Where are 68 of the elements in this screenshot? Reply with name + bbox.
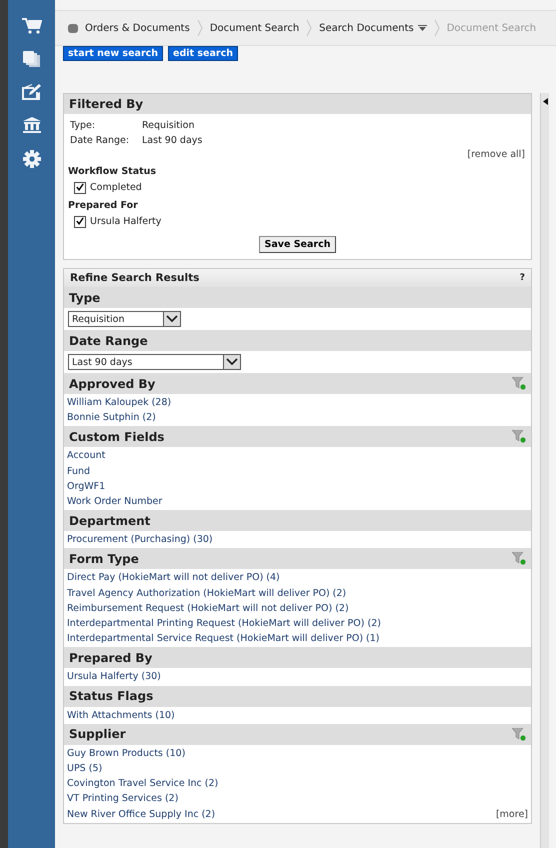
criterion-label: Date Range: <box>70 134 130 148</box>
refine-option-link[interactable]: OrgWF1 <box>67 478 106 494</box>
section-title: Prepared By <box>69 650 152 665</box>
group-title: Prepared For <box>68 199 139 213</box>
checkbox[interactable] <box>74 182 86 194</box>
criterion-label: Type: <box>70 119 96 133</box>
cart-icon[interactable] <box>22 18 42 34</box>
refine-option-link[interactable]: Fund <box>67 464 90 479</box>
help-icon[interactable]: ? <box>520 273 525 283</box>
action-button[interactable]: start new search <box>63 46 164 61</box>
action-button[interactable]: edit search <box>168 46 238 61</box>
settings-icon[interactable] <box>22 150 40 168</box>
add-filter-icon[interactable] <box>512 430 526 444</box>
refine-option-link[interactable]: Ursula Halferty (30) <box>67 669 161 685</box>
chevron-down-icon <box>226 358 238 366</box>
option-label: Ursula Halferty <box>90 215 162 229</box>
refine-option-link[interactable]: Procurement (Purchasing) (30) <box>67 532 213 548</box>
breadcrumb-link[interactable]: Search Documents <box>319 22 414 34</box>
section-title: Custom Fields <box>69 430 164 444</box>
refine-option-link[interactable]: With Attachments (10) <box>67 708 175 723</box>
panel-title: Filtered By <box>64 94 531 114</box>
bank-icon[interactable] <box>22 117 40 133</box>
section-title: Approved By <box>69 376 156 390</box>
section-title: Department <box>69 514 150 528</box>
option-label: Completed <box>90 181 142 195</box>
refine-option-link[interactable]: Direct Pay (HokieMart will not deliver PO) (4) <box>67 570 280 586</box>
dropdown-field[interactable]: Last 90 days <box>68 354 241 370</box>
chevron-down-icon <box>166 315 178 323</box>
edit-icon[interactable] <box>22 84 42 100</box>
chevron-separator-icon <box>306 20 312 36</box>
documents-icon[interactable] <box>22 51 40 67</box>
refine-option-link[interactable]: New River Office Supply Inc (2) <box>67 806 216 822</box>
collapse-arrow-icon[interactable] <box>542 98 548 105</box>
save-search-button[interactable]: Save Search <box>258 236 336 253</box>
refine-option-link[interactable]: Account <box>67 448 106 464</box>
refine-option-link[interactable]: UPS (5) <box>67 761 102 776</box>
more-link[interactable]: [more] <box>496 806 528 822</box>
breadcrumb-link[interactable]: Orders & Documents <box>85 22 190 34</box>
refine-option-link[interactable]: Work Order Number <box>67 494 162 510</box>
refine-option-link[interactable]: Interdepartmental Service Request (HokieMart will deliver PO) (1) <box>67 631 380 646</box>
refine-option-link[interactable]: Bonnie Sutphin (2) <box>67 410 156 426</box>
section-title: Date Range <box>69 334 148 348</box>
add-filter-icon[interactable] <box>512 552 526 566</box>
section-title: Supplier <box>69 727 126 742</box>
group-title: Workflow Status <box>68 165 158 179</box>
add-filter-icon[interactable] <box>512 728 526 741</box>
section-title: Type <box>69 290 100 304</box>
refine-option-link[interactable]: Reimbursement Request (HokieMart will not deliver PO) (2) <box>67 600 349 616</box>
chevron-separator-icon <box>434 20 440 36</box>
checkbox[interactable] <box>74 216 86 228</box>
refine-option-link[interactable]: Travel Agency Authorization (HokieMart will deliver PO) (2) <box>67 586 346 601</box>
criterion-value: Requisition <box>142 119 194 133</box>
dropdown-field[interactable]: Requisition <box>68 311 181 327</box>
refine-option-link[interactable]: Interdepartmental Printing Request (HokieMart will deliver PO) (2) <box>67 616 381 632</box>
criterion-value: Last 90 days <box>142 134 202 148</box>
section-title: Status Flags <box>69 689 154 704</box>
chevron-separator-icon <box>196 20 203 36</box>
refine-option-link[interactable]: William Kaloupek (28) <box>67 395 172 410</box>
breadcrumb-link[interactable]: Document Search <box>210 22 300 34</box>
panel-title: Refine Search Results <box>70 272 200 284</box>
refine-option-link[interactable]: Guy Brown Products (10) <box>67 746 186 762</box>
remove-all-link[interactable]: [remove all] <box>467 149 525 160</box>
add-filter-icon[interactable] <box>512 377 526 390</box>
home-icon <box>67 22 79 34</box>
dropdown-caret-icon[interactable] <box>418 25 427 31</box>
section-title: Form Type <box>69 552 139 566</box>
refine-option-link[interactable]: VT Printing Services (2) <box>67 791 178 807</box>
refine-option-link[interactable]: Covington Travel Service Inc (2) <box>67 776 218 792</box>
